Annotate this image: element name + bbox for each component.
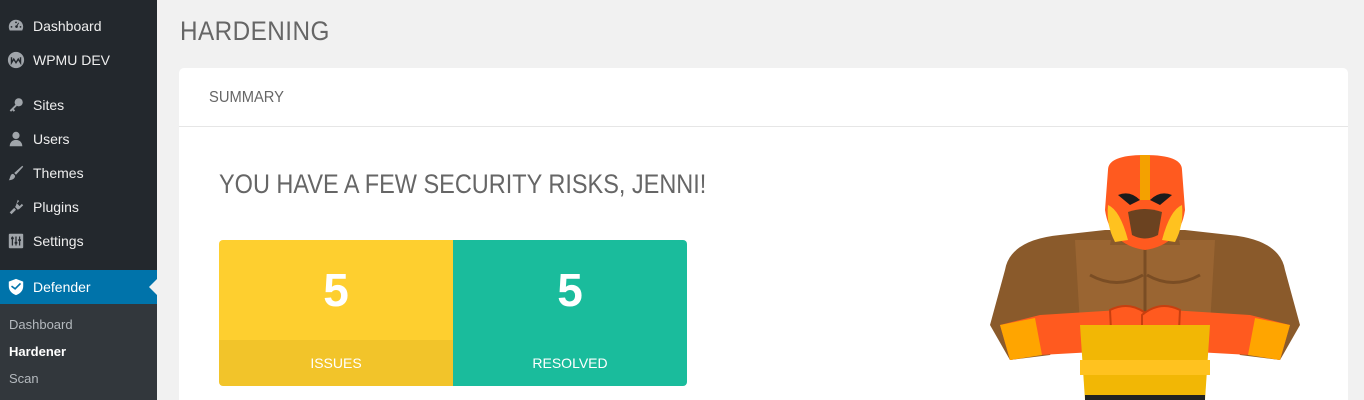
plug-icon xyxy=(0,198,32,216)
defender-mascot-illustration xyxy=(990,155,1300,400)
page-title: HARDENING xyxy=(180,16,330,46)
stats-panel: 5 ISSUES 5 RESOLVED xyxy=(219,240,687,386)
sidebar-item-plugins[interactable]: Plugins xyxy=(0,190,157,224)
issues-label: ISSUES xyxy=(219,340,453,386)
sidebar-item-settings[interactable]: Settings xyxy=(0,224,157,258)
card-header: SUMMARY xyxy=(179,68,1348,127)
shield-icon xyxy=(0,278,32,296)
sidebar-item-label: Users xyxy=(33,131,70,147)
sidebar-item-defender[interactable]: Defender xyxy=(0,270,157,304)
resolved-label: RESOLVED xyxy=(453,340,687,386)
admin-sidebar: Dashboard WPMU DEV Sites Users Themes Pl… xyxy=(0,0,157,400)
security-headline: YOU HAVE A FEW SECURITY RISKS, JENNI! xyxy=(219,169,707,199)
sidebar-item-label: Dashboard xyxy=(33,18,102,34)
card-header-title: SUMMARY xyxy=(209,89,284,106)
sidebar-item-sites[interactable]: Sites xyxy=(0,88,157,122)
sidebar-item-label: Themes xyxy=(33,165,84,181)
sidebar-item-themes[interactable]: Themes xyxy=(0,156,157,190)
sidebar-item-label: WPMU DEV xyxy=(33,52,110,68)
issues-stat[interactable]: 5 ISSUES xyxy=(219,240,453,386)
sidebar-item-label: Defender xyxy=(33,279,91,295)
user-icon xyxy=(0,130,32,148)
resolved-count: 5 xyxy=(453,240,687,340)
submenu-item-dashboard[interactable]: Dashboard xyxy=(9,317,73,332)
resolved-stat[interactable]: 5 RESOLVED xyxy=(453,240,687,386)
brush-icon xyxy=(0,164,32,182)
key-icon xyxy=(0,96,32,114)
dashboard-icon xyxy=(0,17,32,35)
sidebar-item-wpmudev[interactable]: WPMU DEV xyxy=(0,43,157,77)
sliders-icon xyxy=(0,232,32,250)
sidebar-item-label: Settings xyxy=(33,233,84,249)
issues-count: 5 xyxy=(219,240,453,340)
sidebar-item-users[interactable]: Users xyxy=(0,122,157,156)
submenu-item-scan[interactable]: Scan xyxy=(9,371,39,386)
active-indicator xyxy=(149,279,157,295)
sidebar-item-label: Plugins xyxy=(33,199,79,215)
submenu-item-hardener[interactable]: Hardener xyxy=(9,344,66,359)
wpmudev-icon xyxy=(0,51,32,69)
sidebar-item-label: Sites xyxy=(33,97,65,113)
sidebar-item-dashboard[interactable]: Dashboard xyxy=(0,9,157,43)
defender-submenu: Dashboard Hardener Scan xyxy=(0,304,157,400)
